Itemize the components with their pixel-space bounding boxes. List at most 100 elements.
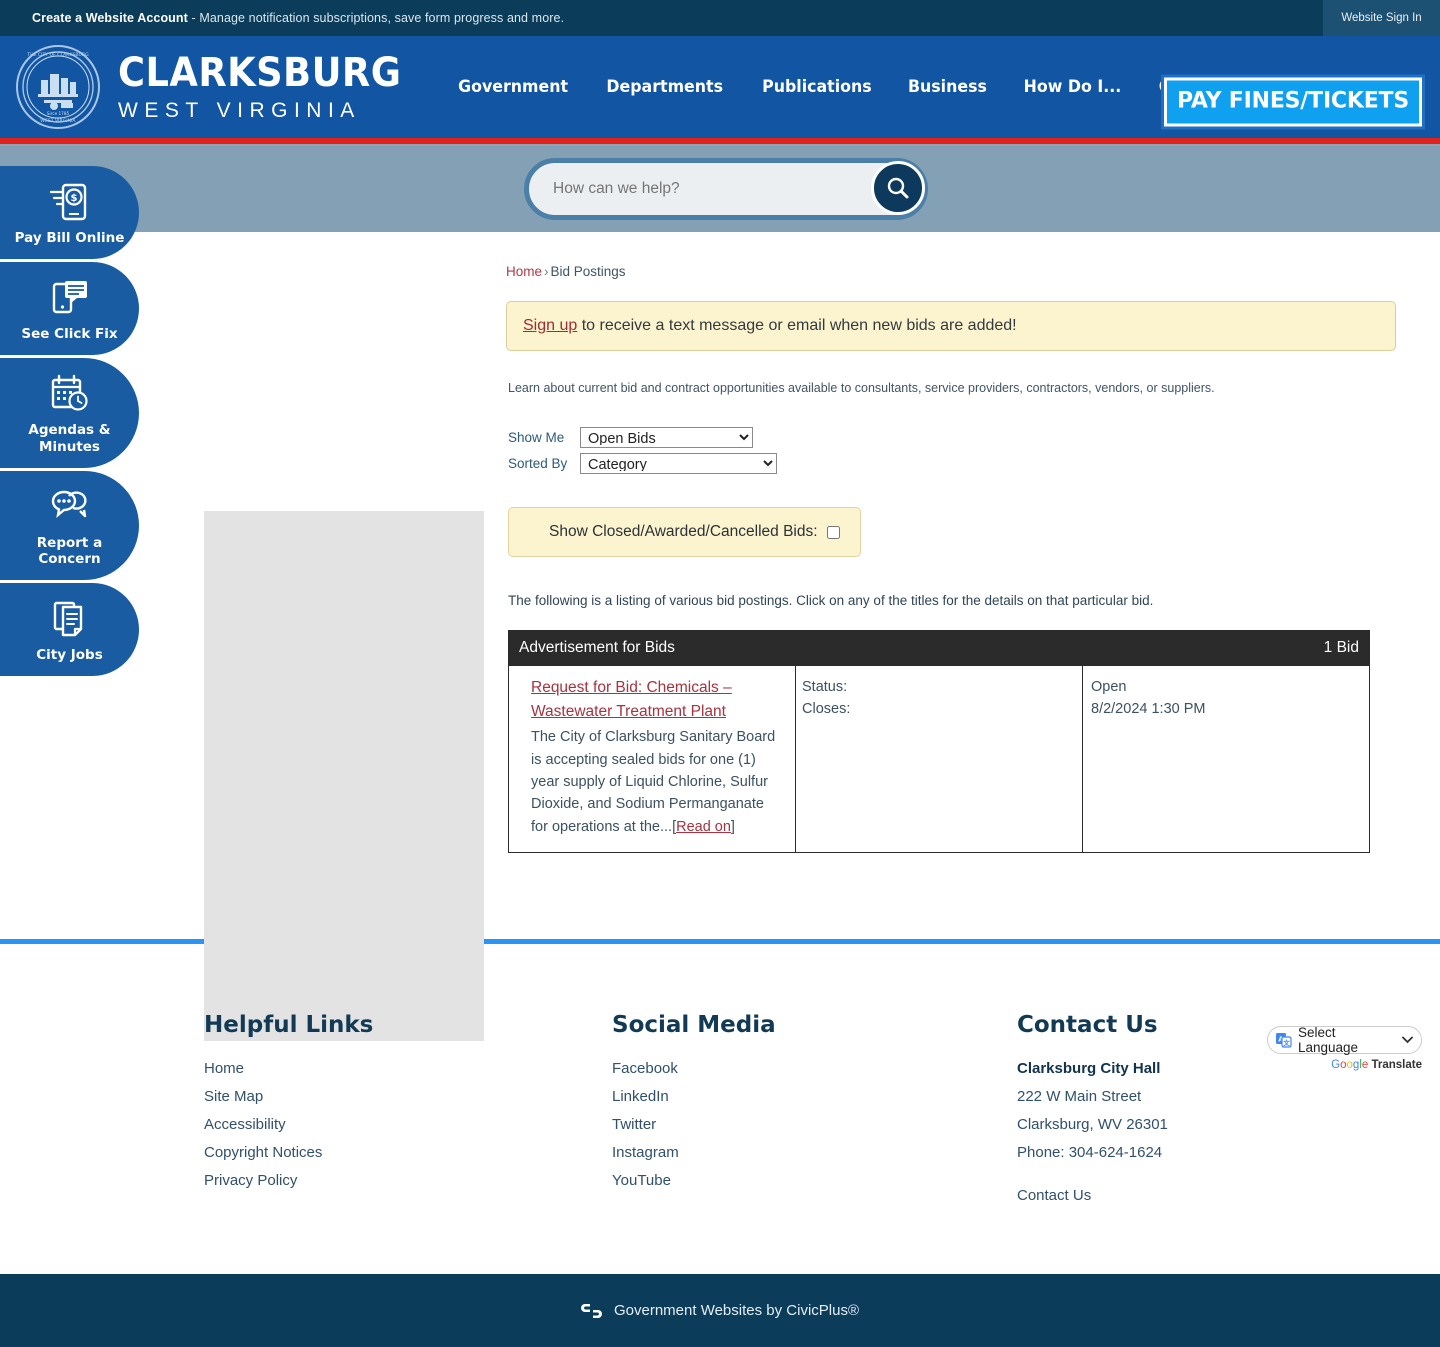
footer-link-facebook[interactable]: Facebook	[612, 1060, 1017, 1077]
quicklink-see-click-fix[interactable]: See Click Fix	[0, 261, 139, 355]
svg-text:WEST VIRGINIA: WEST VIRGINIA	[40, 118, 76, 124]
search-icon	[887, 177, 909, 199]
google-wordmark: Google	[1331, 1059, 1369, 1071]
bid-title-link[interactable]: Request for Bid: Chemicals – Wastewater …	[531, 676, 783, 724]
language-select-label: Select Language	[1298, 1025, 1359, 1055]
chevron-down-icon	[1402, 1036, 1413, 1044]
site-header: THE CITY OF CLARKSBURG WEST VIRGINIA Sir…	[0, 36, 1440, 138]
create-account-link[interactable]: Create a Website Account	[32, 11, 188, 25]
footer-link-linkedin[interactable]: LinkedIn	[612, 1088, 1017, 1105]
civicplus-attribution[interactable]: Government Websites by CivicPlus®	[614, 1302, 859, 1319]
signup-notice-banner: Sign up to receive a text message or ema…	[506, 301, 1396, 351]
google-translate-widget: A 文 Select Language Google Translate	[1267, 1025, 1422, 1071]
civicplus-logo-icon	[580, 1303, 603, 1318]
closes-datetime: 8/2/2024 1:30 PM	[1091, 701, 1206, 718]
nav-item-business[interactable]: Business	[908, 77, 987, 97]
footer-link-instagram[interactable]: Instagram	[612, 1144, 1017, 1161]
footer-link-home[interactable]: Home	[204, 1060, 612, 1077]
page-content: Home › Bid Postings Sign up to receive a t…	[506, 246, 1396, 854]
brand-wordmark[interactable]: CLARKSBURG WEST VIRGINIA	[118, 53, 426, 121]
bid-table-count-header: 1 Bid	[795, 630, 1370, 666]
search-input[interactable]	[529, 180, 829, 198]
helpful-links-heading: Helpful Links	[204, 1012, 374, 1038]
status-label: Status:	[802, 679, 848, 695]
bid-status-values-cell: Open 8/2/2024 1:30 PM	[1082, 664, 1370, 854]
language-select[interactable]: A 文 Select Language	[1267, 1025, 1422, 1055]
main-content: Home › Bid Postings Sign up to receive a t…	[0, 232, 1440, 1041]
translate-word: Translate	[1371, 1059, 1423, 1071]
bid-detail-cell: Request for Bid: Chemicals – Wastewater …	[508, 664, 796, 854]
quicklink-report-a-concern[interactable]: Report a Concern	[0, 470, 139, 581]
footer-columns: Helpful Links Home Site Map Accessibilit…	[0, 1012, 1440, 1215]
footer-link-contact-us[interactable]: Contact Us	[1017, 1187, 1317, 1204]
quicklinks-rail: $ Pay Bill Online See Click Fix Agendas …	[0, 166, 140, 679]
website-signin-button[interactable]: Website Sign In	[1323, 0, 1440, 36]
quicklink-label: Pay Bill Online	[14, 230, 125, 246]
bid-description: The City of Clarksburg Sanitary Board is…	[531, 729, 776, 835]
brand-state-name: WEST VIRGINIA	[118, 99, 361, 122]
footer-link-site-map[interactable]: Site Map	[204, 1088, 612, 1105]
read-on-bracket-close: ]	[730, 818, 735, 835]
quicklink-label: Report a Concern	[36, 534, 103, 568]
nav-item-how-do-i[interactable]: How Do I...	[1024, 77, 1122, 97]
sorted-by-select[interactable]: Category	[580, 453, 777, 474]
show-closed-bids-box: Show Closed/Awarded/Cancelled Bids:	[508, 507, 861, 557]
svg-text:THE CITY OF CLARKSBURG: THE CITY OF CLARKSBURG	[26, 52, 89, 58]
intro-text: Learn about current bid and contract opp…	[508, 381, 1215, 395]
sorted-by-row: Sorted By Category	[508, 453, 1396, 474]
calendar-clock-icon	[49, 372, 91, 416]
footer-helpful-links-column: Helpful Links Home Site Map Accessibilit…	[204, 1012, 612, 1215]
quicklink-pay-bill-online[interactable]: $ Pay Bill Online	[0, 166, 139, 259]
show-me-label: Show Me	[508, 430, 565, 445]
breadcrumb-current: Bid Postings	[550, 264, 626, 279]
signup-link[interactable]: Sign up	[523, 317, 577, 334]
footer-link-youtube[interactable]: YouTube	[612, 1172, 1017, 1189]
mobile-report-icon	[49, 276, 91, 320]
nav-item-departments[interactable]: Departments	[607, 77, 724, 97]
breadcrumb: Home › Bid Postings	[506, 264, 1396, 279]
documents-icon	[49, 597, 91, 641]
chat-bubbles-icon	[49, 485, 91, 529]
show-closed-bids-checkbox[interactable]	[826, 525, 840, 539]
google-translate-attribution: Google Translate	[1267, 1059, 1422, 1071]
show-me-row: Show Me Open Bids	[508, 427, 1396, 448]
bid-postings-table: Advertisement for Bids 1 Bid Request for…	[508, 630, 1370, 854]
table-row: Request for Bid: Chemicals – Wastewater …	[508, 664, 1370, 854]
status-badge: Open	[1091, 679, 1127, 695]
quicklink-agendas-minutes[interactable]: Agendas & Minutes	[0, 357, 139, 468]
footer-link-accessibility[interactable]: Accessibility	[204, 1116, 612, 1133]
show-me-select[interactable]: Open Bids	[580, 427, 753, 448]
footer-social-media-column: Social Media Facebook LinkedIn Twitter I…	[612, 1012, 1017, 1215]
signup-notice-text: to receive a text message or email when …	[577, 317, 1017, 334]
footer-link-copyright-notices[interactable]: Copyright Notices	[204, 1144, 612, 1161]
breadcrumb-separator: ›	[544, 264, 549, 279]
search-container	[524, 158, 928, 220]
city-hall-phone: Phone: 304-624-1624	[1017, 1144, 1163, 1161]
show-closed-bids-label: Show Closed/Awarded/Cancelled Bids:	[549, 523, 818, 540]
bid-table-body: Request for Bid: Chemicals – Wastewater …	[508, 664, 1370, 854]
footer-link-privacy-policy[interactable]: Privacy Policy	[204, 1172, 612, 1189]
breadcrumb-home-link[interactable]: Home	[506, 264, 542, 279]
search-button[interactable]	[871, 161, 925, 215]
bid-table-header-row: Advertisement for Bids 1 Bid	[508, 630, 1370, 666]
quicklink-label: See Click Fix	[21, 325, 118, 342]
nav-item-publications[interactable]: Publications	[762, 77, 872, 97]
city-hall-address-line2: Clarksburg, WV 26301	[1017, 1116, 1168, 1133]
nav-item-government[interactable]: Government	[458, 77, 568, 97]
quicklink-label: Agendas & Minutes	[28, 421, 111, 455]
svg-text:$: $	[70, 193, 77, 204]
quicklink-city-jobs[interactable]: City Jobs	[0, 583, 139, 677]
create-account-text: Create a Website Account - Manage notifi…	[32, 11, 564, 25]
city-hall-address-line1: 222 W Main Street	[1017, 1088, 1142, 1105]
listing-note: The following is a listing of various bi…	[508, 593, 1154, 608]
translate-icon: A 文	[1276, 1033, 1292, 1048]
pay-fines-tickets-button[interactable]: PAY FINES/TICKETS	[1163, 77, 1422, 127]
site-footer: Helpful Links Home Site Map Accessibilit…	[0, 944, 1440, 1274]
mobile-payment-icon: $	[49, 180, 91, 224]
bid-filters: Show Me Open Bids Sorted By Category	[508, 427, 1396, 474]
svg-text:Sirce 1785: Sirce 1785	[47, 111, 70, 116]
read-on-link[interactable]: Read on	[676, 819, 731, 835]
city-seal-icon[interactable]: THE CITY OF CLARKSBURG WEST VIRGINIA Sir…	[6, 43, 110, 131]
footer-link-twitter[interactable]: Twitter	[612, 1116, 1017, 1133]
utility-bar: Create a Website Account - Manage notifi…	[0, 0, 1440, 36]
